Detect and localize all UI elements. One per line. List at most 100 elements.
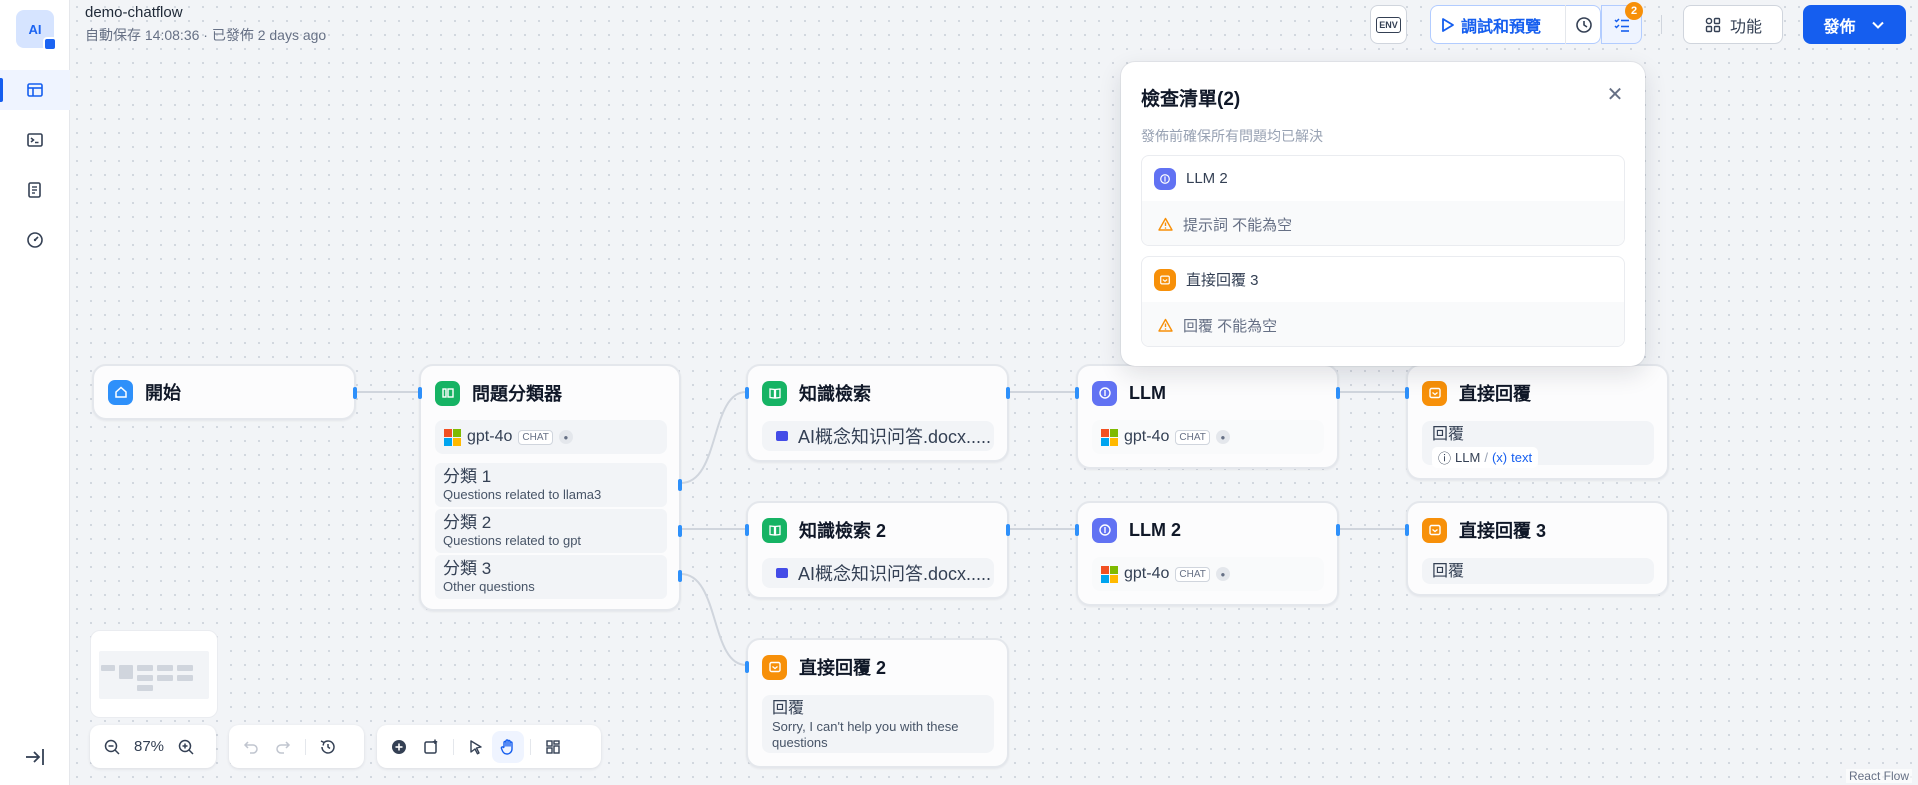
hand-mode-button[interactable] — [492, 730, 524, 763]
add-node-button[interactable] — [383, 731, 415, 763]
features-grid-icon — [1705, 17, 1721, 32]
sidebar-item-logs[interactable] — [0, 170, 70, 210]
add-note-button[interactable] — [415, 731, 447, 763]
run-preview-label: 調試和預覽 — [1461, 18, 1542, 36]
input-handle[interactable] — [745, 387, 749, 399]
node-knowledge-retrieval-1[interactable]: 知識檢索 AI概念知识问答.docx..... — [745, 364, 1010, 462]
minimap-node — [157, 665, 173, 671]
node-start[interactable]: 開始 — [92, 364, 357, 420]
llm-icon — [1092, 517, 1117, 543]
redo-icon — [276, 740, 291, 754]
issue-message: 回覆 不能為空 — [1183, 317, 1278, 335]
minimap-node — [119, 665, 133, 679]
input-handle[interactable] — [745, 524, 749, 536]
close-icon[interactable]: ✕ — [1605, 84, 1625, 106]
features-button[interactable]: 功能 — [1683, 5, 1783, 44]
env-icon: ENV — [1376, 16, 1401, 33]
checklist-issue-1[interactable]: LLM 2 提示詞 不能為空 — [1141, 155, 1625, 246]
node-question-classifier[interactable]: 問題分類器 gpt-4o CHAT ● 分類 1 Questions relat… — [418, 364, 682, 611]
checklist-issue-2[interactable]: 直接回覆 3 回覆 不能為空 — [1141, 256, 1625, 347]
node-direct-answer-3[interactable]: 直接回覆 3 回覆 — [1405, 501, 1669, 596]
model-mode-tag: CHAT — [1175, 566, 1210, 582]
redo-button[interactable] — [267, 731, 299, 763]
node-header: LLM 2 — [1092, 517, 1181, 543]
input-handle[interactable] — [1405, 524, 1409, 536]
checklist-subtitle: 發佈前確保所有問題均已解決 — [1141, 128, 1323, 144]
features-label: 功能 — [1729, 18, 1762, 36]
pointer-mode-button[interactable] — [460, 731, 492, 763]
output-handle[interactable] — [1336, 524, 1340, 536]
organize-nodes-button[interactable] — [537, 731, 569, 763]
react-flow-attribution[interactable]: React Flow — [1845, 769, 1912, 783]
vision-icon: ● — [1215, 567, 1230, 581]
node-llm-1[interactable]: LLM gpt-4o CHAT ● — [1075, 364, 1340, 469]
issue-body: 回覆 不能為空 — [1142, 302, 1624, 346]
node-header: LLM — [1092, 380, 1166, 406]
minimap-node — [177, 665, 193, 671]
input-handle[interactable] — [1405, 387, 1409, 399]
chevron-down-icon — [1871, 21, 1884, 29]
input-handle[interactable] — [1075, 387, 1079, 399]
node-title: 直接回覆 3 — [1459, 521, 1547, 541]
node-title: LLM — [1129, 382, 1166, 403]
input-handle[interactable] — [418, 387, 422, 399]
collapse-arrow-icon — [26, 749, 44, 765]
sidebar-item-orchestrate[interactable] — [0, 70, 70, 110]
input-handle[interactable] — [1075, 524, 1079, 536]
output-handle[interactable] — [1336, 387, 1340, 399]
version-history-button[interactable] — [312, 731, 344, 763]
run-preview-button[interactable]: 調試和預覽 — [1431, 6, 1551, 43]
output-handle-class-3[interactable] — [678, 570, 682, 582]
node-knowledge-retrieval-2[interactable]: 知識檢索 2 AI概念知识问答.docx..... — [745, 501, 1010, 599]
output-handle-class-2[interactable] — [678, 525, 682, 537]
zoom-level[interactable]: 87% — [128, 738, 170, 755]
llm-small-icon: ⓘ — [1438, 451, 1452, 466]
minimap-node — [177, 675, 193, 681]
input-handle[interactable] — [745, 661, 749, 673]
answer-icon — [1422, 517, 1447, 543]
publish-button[interactable]: 發佈 — [1803, 5, 1906, 44]
app-logo[interactable]: AI — [16, 10, 57, 51]
output-handle[interactable] — [353, 387, 357, 399]
zoom-out-button[interactable] — [96, 731, 128, 763]
output-handle[interactable] — [1006, 387, 1010, 399]
issue-node-name: 直接回覆 3 — [1186, 272, 1259, 289]
model-selector[interactable]: gpt-4o CHAT ● — [435, 420, 667, 454]
vision-icon: ● — [1215, 430, 1230, 444]
node-llm-2[interactable]: LLM 2 gpt-4o CHAT ● — [1075, 501, 1340, 606]
node-header: 開始 — [108, 379, 181, 405]
zoom-in-button[interactable] — [170, 731, 202, 763]
variable-name: text — [1511, 450, 1533, 465]
output-handle[interactable] — [1006, 524, 1010, 536]
home-icon — [108, 379, 133, 405]
minimap[interactable] — [90, 630, 218, 718]
model-selector[interactable]: gpt-4o CHAT ● — [1092, 420, 1324, 454]
undo-button[interactable] — [235, 731, 267, 763]
model-mode-tag: CHAT — [518, 429, 553, 445]
node-direct-answer-1[interactable]: 直接回覆 回覆 ⓘ LLM / (x) text — [1405, 364, 1669, 480]
node-direct-answer-2[interactable]: 直接回覆 2 回覆 Sorry, I can't help you with t… — [745, 638, 1009, 768]
folder-icon — [776, 568, 788, 578]
history-controls — [229, 725, 364, 768]
node-header: 直接回覆 3 — [1422, 517, 1546, 543]
control-divider — [453, 738, 454, 755]
app-logo-text: AI — [28, 21, 42, 37]
checklist-button[interactable]: 2 — [1601, 2, 1643, 44]
node-title: 知識檢索 2 — [799, 521, 887, 541]
run-history-button[interactable] — [1565, 5, 1601, 44]
control-divider — [305, 738, 306, 755]
sidebar-item-monitoring[interactable] — [0, 220, 70, 260]
output-handle-class-1[interactable] — [678, 479, 682, 491]
collapse-sidebar-button[interactable] — [20, 742, 50, 772]
class-item-2: 分類 2 Questions related to gpt — [435, 509, 667, 553]
issue-body: 提示詞 不能為空 — [1142, 201, 1624, 245]
dataset-name: AI概念知识问答.docx..... — [798, 427, 992, 447]
model-selector[interactable]: gpt-4o CHAT ● — [1092, 557, 1324, 591]
env-button[interactable]: ENV — [1370, 5, 1407, 44]
node-header: 直接回覆 2 — [762, 654, 886, 680]
model-name: gpt-4o — [1124, 428, 1170, 445]
issue-header: LLM 2 — [1142, 156, 1624, 201]
sidebar-item-api[interactable] — [0, 120, 70, 160]
history-clock-icon — [1575, 16, 1592, 33]
class-name: 分類 1 — [443, 467, 492, 486]
